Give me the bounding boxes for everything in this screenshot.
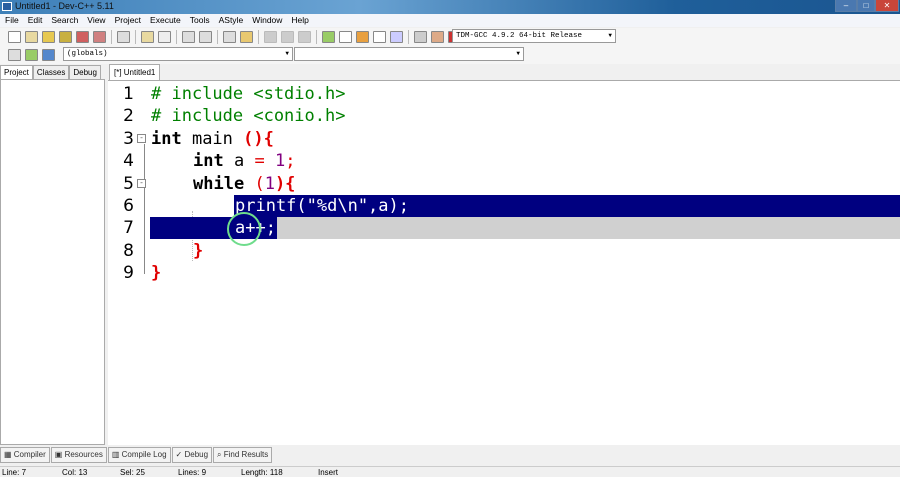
check-icon[interactable] [390, 31, 403, 43]
title-bar: Untitled1 - Dev-C++ 5.11 – □ ✕ [0, 0, 900, 14]
menu-help[interactable]: Help [286, 14, 312, 27]
compiler-icon: ▦ [4, 450, 14, 459]
tab-classes[interactable]: Classes [32, 65, 70, 80]
fold-toggle-icon[interactable]: - [137, 133, 146, 143]
open-file-icon[interactable] [25, 31, 38, 43]
rebuild-icon[interactable] [373, 31, 386, 43]
status-bar: Line: 7 Col: 13 Sel: 25 Lines: 9 Length:… [0, 466, 900, 477]
replace-icon[interactable] [199, 31, 212, 43]
menu-edit[interactable]: Edit [23, 14, 47, 27]
run-icon[interactable] [339, 31, 352, 43]
compiler-select[interactable]: TDM-GCC 4.9.2 64-bit Release ▼ [452, 29, 616, 43]
menu-tools[interactable]: Tools [185, 14, 214, 27]
stop-icon[interactable] [414, 31, 427, 43]
status-col: Col: 13 [62, 468, 88, 477]
redo-icon[interactable] [158, 31, 171, 43]
scope-select-value: (globals) [67, 50, 108, 58]
chevron-down-icon: ▼ [285, 50, 289, 57]
close-all-icon[interactable] [93, 31, 106, 43]
tab-compile-log[interactable]: ▥ Compile Log [107, 447, 171, 463]
status-line: Line: 7 [2, 468, 27, 477]
compile-run-icon[interactable] [356, 31, 369, 43]
search-icon: ⌕ [217, 450, 224, 459]
bottom-panel-tabs: ▦ Compiler ▣ Resources ▥ Compile Log ✓ D… [0, 447, 900, 463]
chart-icon: ▥ [111, 450, 122, 459]
main-toolbar [0, 28, 900, 46]
tab-resources[interactable]: ▣ Resources [50, 447, 107, 463]
bookmark-icon[interactable] [298, 31, 311, 43]
menu-astyle[interactable]: AStyle [214, 14, 248, 27]
chevron-down-icon: ▼ [516, 50, 520, 57]
save-icon[interactable] [42, 31, 55, 43]
tab-find-results[interactable]: ⌕ Find Results [213, 447, 273, 463]
scope-select[interactable]: (globals) ▼ [63, 47, 293, 61]
code-line: 8} [123, 240, 204, 261]
status-mode: Insert [318, 468, 339, 477]
code-line: 5- while (1){ [123, 173, 296, 194]
maximize-button[interactable]: □ [857, 0, 875, 12]
tab-debug-bottom[interactable]: ✓ Debug [171, 447, 213, 463]
chevron-down-icon: ▼ [608, 32, 612, 39]
code-line: 4 int a = 1; [123, 151, 296, 172]
goto-icon[interactable] [240, 31, 253, 43]
status-length: Length: 118 [241, 468, 283, 477]
code-line: 3- int main (){ [123, 128, 274, 149]
find-icon[interactable] [182, 31, 195, 43]
goto-declaration-icon[interactable] [25, 49, 38, 61]
insert-icon[interactable] [8, 49, 21, 61]
code-line: 9} [123, 263, 162, 284]
status-lines: Lines: 9 [178, 468, 207, 477]
close-button[interactable]: ✕ [875, 0, 899, 12]
menu-search[interactable]: Search [46, 14, 82, 27]
undo-icon[interactable] [141, 31, 154, 43]
chart-icon[interactable] [431, 31, 444, 43]
indent-icon[interactable] [223, 31, 236, 43]
menu-file[interactable]: File [0, 14, 23, 27]
project-panel [0, 79, 105, 445]
bookmark-toggle-icon[interactable] [42, 49, 55, 61]
back-icon[interactable] [264, 31, 277, 43]
menu-project[interactable]: Project [110, 14, 145, 27]
minimize-button[interactable]: – [835, 0, 857, 12]
compiler-select-value: TDM-GCC 4.9.2 64-bit Release [456, 32, 583, 40]
print-icon[interactable] [117, 31, 130, 43]
compile-icon[interactable] [322, 31, 335, 43]
code-line: 2 # include <conio.h> [123, 106, 346, 127]
app-icon [2, 2, 12, 11]
status-sel: Sel: 25 [120, 468, 145, 477]
menu-window[interactable]: Window [247, 14, 286, 27]
mouse-click-indicator [227, 212, 261, 246]
save-all-icon[interactable] [59, 31, 72, 43]
close-file-icon[interactable] [76, 31, 89, 43]
fold-toggle-icon[interactable]: - [137, 178, 146, 188]
menu-execute[interactable]: Execute [145, 14, 185, 27]
new-file-icon[interactable] [8, 31, 21, 43]
tab-compiler[interactable]: ▦ Compiler [0, 447, 50, 463]
menu-view[interactable]: View [82, 14, 109, 27]
tab-debug[interactable]: Debug [69, 65, 101, 80]
code-line: 6 printf("%d\n",a); [123, 196, 409, 216]
member-select[interactable]: ▼ [294, 47, 524, 61]
code-editor[interactable]: 1 # include <stdio.h> 2 # include <conio.h… [108, 80, 900, 445]
tab-untitled1[interactable]: [*] Untitled1 [109, 64, 161, 80]
menu-bar: File Edit Search View Project Execute To… [0, 14, 900, 27]
forward-icon[interactable] [281, 31, 294, 43]
code-line: 1 # include <stdio.h> [123, 84, 346, 104]
window-title: Untitled1 - Dev-C++ 5.11 [15, 1, 114, 11]
resources-icon: ▣ [54, 450, 65, 459]
left-panel-tabs: Project Classes Debug [0, 65, 101, 80]
tab-project[interactable]: Project [0, 65, 33, 80]
